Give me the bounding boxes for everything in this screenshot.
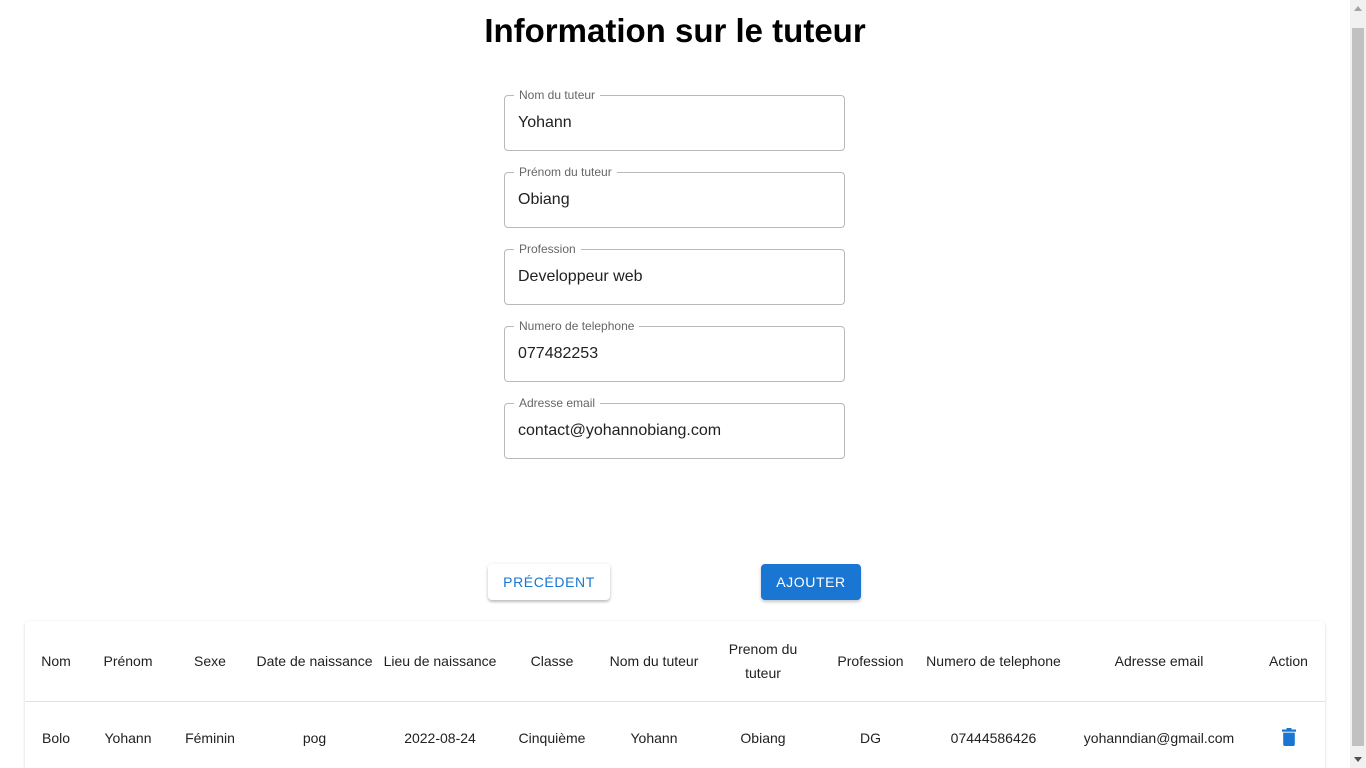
students-table: Nom Prénom Sexe Date de naissance Lieu d… (25, 621, 1325, 768)
page-title: Information sur le tuteur (484, 12, 866, 49)
phone-number-field[interactable]: Numero de telephone (504, 319, 845, 382)
tutor-last-name-input[interactable] (505, 96, 844, 150)
profession-field[interactable]: Profession (504, 242, 845, 305)
header-numero-de-telephone: Numero de telephone (921, 621, 1066, 702)
scroll-down-arrow-icon[interactable] (1350, 751, 1366, 768)
header-prenom: Prénom (87, 621, 169, 702)
trash-icon[interactable] (1281, 727, 1296, 746)
cell-action (1252, 701, 1325, 768)
cell-classe: Cinquième (518, 730, 586, 747)
cell-lieu-de-naissance: 2022-08-24 (404, 730, 476, 747)
header-nom-du-tuteur: Nom du tuteur (602, 621, 706, 702)
table-row: Bolo Yohann Féminin pog 2022-08-24 Cinqu… (25, 701, 1325, 768)
cell-nom-du-tuteur: Yohann (630, 730, 678, 747)
students-table-card: Nom Prénom Sexe Date de naissance Lieu d… (25, 621, 1325, 768)
header-date-de-naissance: Date de naissance (251, 621, 378, 702)
scrollbar-thumb[interactable] (1352, 28, 1364, 746)
tutor-last-name-field[interactable]: Nom du tuteur (504, 88, 845, 151)
cell-numero-de-telephone: 07444586426 (950, 730, 1037, 747)
cell-profession: DG (860, 730, 881, 747)
header-action: Action (1252, 621, 1325, 702)
previous-button[interactable]: PRÉCÉDENT (488, 564, 610, 600)
profession-input[interactable] (505, 250, 844, 304)
header-sexe: Sexe (169, 621, 251, 702)
page: Information sur le tuteur Nom du tuteur … (0, 0, 1350, 768)
cell-date-de-naissance: pog (302, 730, 327, 747)
email-field[interactable]: Adresse email (504, 396, 845, 459)
email-input[interactable] (505, 404, 844, 458)
phone-number-input[interactable] (505, 327, 844, 381)
tutor-first-name-input[interactable] (505, 173, 844, 227)
vertical-scrollbar[interactable] (1350, 0, 1366, 768)
header-classe: Classe (502, 621, 602, 702)
cell-nom: Bolo (41, 730, 71, 747)
cell-prenom-du-tuteur: Obiang (740, 730, 786, 747)
tutor-first-name-field[interactable]: Prénom du tuteur (504, 165, 845, 228)
header-profession: Profession (820, 621, 921, 702)
delete-row-button[interactable] (1281, 727, 1296, 746)
add-button[interactable]: AJOUTER (761, 564, 861, 600)
cell-prenom: Yohann (104, 730, 152, 747)
header-prenom-du-tuteur: Prenom du tuteur (706, 621, 820, 702)
header-nom: Nom (25, 621, 87, 702)
cell-adresse-email: yohanndian@gmail.com (1083, 730, 1235, 747)
header-adresse-email: Adresse email (1066, 621, 1252, 702)
header-lieu-de-naissance: Lieu de naissance (378, 621, 502, 702)
cell-sexe: Féminin (185, 730, 235, 747)
scroll-up-arrow-icon[interactable] (1350, 0, 1366, 17)
table-header-row: Nom Prénom Sexe Date de naissance Lieu d… (25, 621, 1325, 702)
